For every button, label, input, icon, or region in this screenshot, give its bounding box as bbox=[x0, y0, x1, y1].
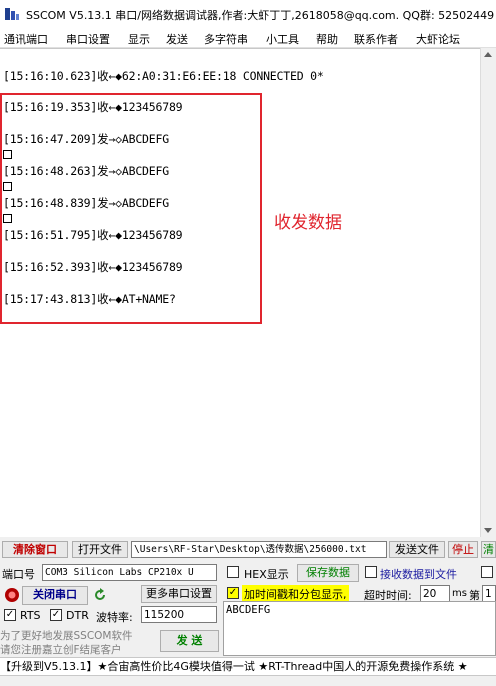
save-data-button[interactable]: 保存数据 bbox=[297, 564, 359, 582]
recv-to-file-checkbox[interactable] bbox=[365, 566, 377, 578]
port-status-icon bbox=[5, 588, 19, 602]
page-input[interactable]: 1 bbox=[482, 585, 496, 602]
hex-display-checkbox[interactable] bbox=[227, 566, 239, 578]
rts-checkbox[interactable]: ✓ bbox=[4, 609, 16, 621]
marquee-text: 【升级到V5.13.1】★合宙高性价比4G模块值得一试 ★RT-Thread中国… bbox=[0, 660, 468, 673]
hex-send-checkbox[interactable] bbox=[481, 566, 493, 578]
menu-send[interactable]: 发送 bbox=[166, 31, 188, 47]
hex-display-label: HEX显示 bbox=[244, 568, 289, 581]
close-port-button[interactable]: 关闭串口 bbox=[22, 586, 88, 605]
annotation-label: 收发数据 bbox=[274, 213, 342, 233]
timestamp-checkbox[interactable]: ✓ bbox=[227, 587, 239, 599]
highlight-box bbox=[0, 93, 262, 324]
recv-to-file-label: 接收数据到文件 bbox=[380, 568, 457, 581]
port-select[interactable]: COM3 Silicon Labs CP210x U bbox=[42, 564, 217, 581]
log-line: [15:16:10.623]收←◆62:A0:31:E6:EE:18 CONNE… bbox=[3, 69, 324, 83]
send-text: ABCDEFG bbox=[226, 604, 271, 616]
baud-label: 波特率: bbox=[96, 611, 133, 624]
send-file-button[interactable]: 发送文件 bbox=[389, 541, 445, 558]
scroll-up-icon[interactable] bbox=[484, 52, 492, 57]
promo-line-1: 为了更好地发展SSCOM软件 bbox=[0, 630, 133, 642]
receive-scrollbar[interactable] bbox=[480, 48, 496, 537]
menu-contact-author[interactable]: 联系作者 bbox=[354, 31, 398, 47]
dtr-checkbox[interactable]: ✓ bbox=[50, 609, 62, 621]
open-file-button[interactable]: 打开文件 bbox=[72, 541, 128, 558]
menu-bar: 通讯端口 串口设置 显示 发送 多字符串 小工具 帮助 联系作者 大虾论坛 bbox=[0, 28, 496, 48]
title-bar: SSCOM V5.13.1 串口/网络数据调试器,作者:大虾丁丁,2618058… bbox=[0, 0, 496, 28]
menu-help[interactable]: 帮助 bbox=[316, 31, 338, 47]
send-textarea[interactable]: ABCDEFG bbox=[223, 601, 496, 656]
promo-line-2: 请您注册嘉立创F结尾客户 bbox=[0, 644, 122, 656]
menu-tools[interactable]: 小工具 bbox=[266, 31, 299, 47]
clear-window-button[interactable]: 清除窗口 bbox=[2, 541, 68, 558]
app-icon bbox=[5, 8, 19, 20]
clear-send-button[interactable]: 清 bbox=[481, 541, 496, 558]
ms-label: ms bbox=[452, 588, 467, 599]
scroll-down-icon[interactable] bbox=[484, 528, 492, 533]
send-button[interactable]: 发 送 bbox=[160, 630, 219, 652]
window-title: SSCOM V5.13.1 串口/网络数据调试器,作者:大虾丁丁,2618058… bbox=[26, 9, 495, 22]
file-path-field[interactable]: \Users\RF-Star\Desktop\透传数据\256000.txt bbox=[131, 541, 387, 558]
menu-comm-port[interactable]: 通讯端口 bbox=[4, 31, 48, 47]
marquee-bar[interactable]: 【升级到V5.13.1】★合宙高性价比4G模块值得一试 ★RT-Thread中国… bbox=[0, 657, 496, 675]
more-port-settings-button[interactable]: 更多串口设置 bbox=[141, 585, 217, 603]
menu-display[interactable]: 显示 bbox=[128, 31, 150, 47]
stop-button[interactable]: 停止 bbox=[448, 541, 478, 558]
menu-multi-string[interactable]: 多字符串 bbox=[204, 31, 248, 47]
refresh-icon[interactable] bbox=[92, 587, 108, 603]
rts-label: RTS bbox=[20, 609, 41, 622]
timeout-input[interactable]: 20 bbox=[420, 585, 450, 602]
port-label: 端口号 bbox=[2, 568, 35, 581]
menu-forum[interactable]: 大虾论坛 bbox=[416, 31, 460, 47]
baud-select[interactable]: 115200 bbox=[141, 606, 217, 623]
dtr-label: DTR bbox=[66, 609, 89, 622]
status-bar bbox=[0, 675, 496, 686]
menu-serial-settings[interactable]: 串口设置 bbox=[66, 31, 110, 47]
